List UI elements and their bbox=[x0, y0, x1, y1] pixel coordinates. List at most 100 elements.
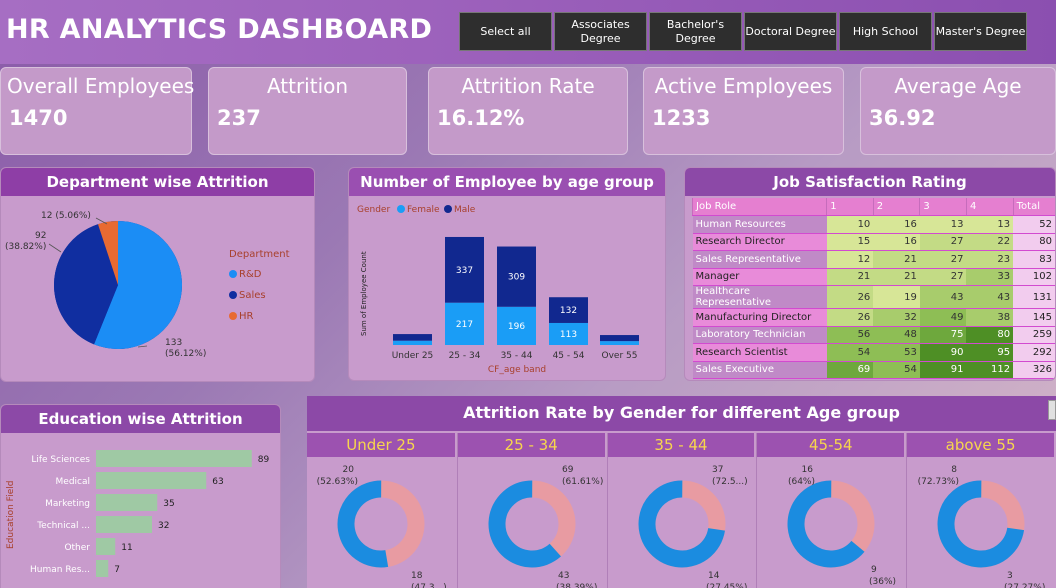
matrix-cell: 27 bbox=[919, 250, 967, 269]
donut-panel-3: 45-54 16 (64%) 9 (36%) bbox=[756, 433, 905, 588]
matrix-row-label: Healthcare Representative bbox=[692, 285, 827, 309]
age-x-axis-label: CF_age band bbox=[488, 365, 546, 375]
matrix-header-2[interactable]: 2 bbox=[872, 198, 920, 216]
x-tick-label-4: Over 55 bbox=[602, 351, 638, 361]
slicer-masters-degree[interactable]: Master's Degree bbox=[934, 12, 1027, 51]
table-row[interactable]: Manufacturing Director 26 32 49 38 145 bbox=[692, 308, 1055, 327]
bar-female-4[interactable] bbox=[600, 341, 639, 345]
matrix-cell: 112 bbox=[966, 361, 1014, 379]
matrix-cell: 43 bbox=[966, 285, 1014, 309]
gender-attrition-section: Attrition Rate by Gender for different A… bbox=[307, 396, 1056, 588]
education-bar[interactable] bbox=[96, 516, 152, 533]
matrix-cell: 80 bbox=[966, 326, 1014, 344]
education-bar-value: 32 bbox=[158, 521, 169, 531]
rd-leader-line bbox=[137, 345, 148, 348]
education-bar-value: 89 bbox=[258, 455, 270, 465]
matrix-cell: 27 bbox=[919, 233, 967, 251]
table-row[interactable]: Healthcare Representative 26 19 43 43 131 bbox=[692, 285, 1055, 309]
donut-label-top-count: 69 bbox=[562, 465, 574, 475]
kpi-value: 36.92 bbox=[869, 106, 936, 130]
legend-label-rd[interactable]: R&D bbox=[239, 269, 262, 280]
matrix-header-3[interactable]: 3 bbox=[919, 198, 967, 216]
page-title: HR ANALYTICS DASHBOARD bbox=[6, 14, 433, 45]
legend-label-male[interactable]: Male bbox=[454, 205, 476, 215]
slicer-doctoral-degree[interactable]: Doctoral Degree bbox=[744, 12, 837, 51]
bar-label-female-2: 196 bbox=[508, 322, 525, 332]
donut-panel-0: Under 25 20 (52.63%) 18 (47.3...) bbox=[307, 433, 455, 588]
slicer-select-all[interactable]: Select all bbox=[459, 12, 552, 51]
table-row[interactable]: Manager 21 21 27 33 102 bbox=[692, 268, 1055, 286]
bar-female-0[interactable] bbox=[393, 340, 432, 345]
education-slicer: Select all Associates Degree Bachelor's … bbox=[459, 12, 1029, 51]
matrix-cell: 43 bbox=[919, 285, 967, 309]
education-bar[interactable] bbox=[96, 494, 158, 511]
slicer-associates-degree[interactable]: Associates Degree bbox=[554, 12, 647, 51]
matrix-cell: 145 bbox=[1013, 308, 1055, 327]
kpi-label: Active Employees bbox=[654, 74, 833, 98]
kpi-value: 1470 bbox=[9, 106, 68, 130]
matrix-header-0[interactable]: Job Role bbox=[691, 198, 827, 216]
bar-male-4[interactable] bbox=[600, 335, 639, 342]
legend-label-hr[interactable]: HR bbox=[239, 311, 254, 322]
legend-label-sales[interactable]: Sales bbox=[239, 290, 266, 301]
kpi-value: 237 bbox=[217, 106, 261, 130]
matrix-header-1[interactable]: 1 bbox=[826, 198, 874, 216]
table-row[interactable]: Laboratory Technician 56 48 75 80 259 bbox=[692, 326, 1055, 344]
gender-donut-chart: 69 (61.61%) 43 (38.39%) bbox=[488, 465, 603, 588]
table-row[interactable]: Human Resources 10 16 13 13 52 bbox=[692, 215, 1055, 234]
legend-swatch-sales bbox=[229, 291, 237, 299]
bar-male-0[interactable] bbox=[393, 334, 432, 341]
matrix-cell: 90 bbox=[919, 343, 967, 362]
matrix-row-label: Manager bbox=[692, 268, 827, 286]
legend-swatch-hr bbox=[229, 312, 237, 320]
matrix-cell: 19 bbox=[873, 285, 920, 309]
gender-donut-chart: 8 (72.73%) 3 (27.27%) bbox=[918, 465, 1046, 588]
table-row[interactable]: Research Director 15 16 27 22 80 bbox=[692, 233, 1055, 251]
matrix-header-5[interactable]: Total bbox=[1012, 198, 1055, 216]
matrix-cell: 131 bbox=[1013, 285, 1055, 309]
legend-swatch-rd bbox=[229, 270, 237, 278]
matrix-cell: 12 bbox=[826, 250, 874, 269]
donut-label-bottom-percent: (27.45%) bbox=[706, 583, 747, 588]
education-bar[interactable] bbox=[96, 560, 109, 577]
education-bar[interactable] bbox=[96, 450, 252, 467]
education-bar-value: 35 bbox=[163, 499, 174, 509]
age-group-title: Number of Employee by age group bbox=[349, 168, 665, 196]
slicer-high-school[interactable]: High School bbox=[839, 12, 932, 51]
matrix-cell: 32 bbox=[873, 308, 920, 327]
kpi-overall-employees: Overall Employees 1470 bbox=[0, 67, 194, 155]
education-category-label: Human Res... bbox=[30, 565, 90, 575]
matrix-header-4[interactable]: 4 bbox=[965, 198, 1014, 216]
donut-row: Under 25 20 (52.63%) 18 (47.3...) 25 - 34 69 (6… bbox=[307, 433, 1056, 588]
matrix-cell: 21 bbox=[873, 250, 920, 269]
hr-leader-line bbox=[95, 217, 108, 225]
matrix-row-label: Manufacturing Director bbox=[692, 308, 827, 327]
education-bar[interactable] bbox=[96, 472, 207, 489]
donut-label-bottom-percent: (27.27%) bbox=[1004, 583, 1045, 588]
table-row[interactable]: Sales Representative 12 21 27 23 83 bbox=[692, 250, 1055, 269]
education-bar[interactable] bbox=[96, 538, 116, 555]
education-bar-value: 7 bbox=[114, 565, 120, 575]
age-bars-group: Under 25 217 337 25 - 34 196 309 35 - 44 113 132… bbox=[392, 236, 639, 361]
department-attrition-title: Department wise Attrition bbox=[1, 168, 314, 196]
kpi-attrition: Attrition 237 bbox=[208, 67, 407, 155]
matrix-row-label: Human Resources bbox=[692, 215, 827, 234]
matrix-cell: 69 bbox=[826, 361, 874, 379]
legend-label-female[interactable]: Female bbox=[407, 205, 440, 215]
donut-label-bottom-count: 9 bbox=[871, 565, 877, 575]
education-category-label: Marketing bbox=[45, 499, 90, 509]
donut-label-top-count: 8 bbox=[951, 465, 957, 475]
kpi-label: Attrition Rate bbox=[461, 74, 595, 98]
gender-donut-chart: 16 (64%) 9 (36%) bbox=[787, 465, 896, 587]
scroll-handle[interactable] bbox=[1048, 400, 1056, 420]
donut-panel-1: 25 - 34 69 (61.61%) 43 (38.39%) bbox=[456, 433, 605, 588]
table-row[interactable]: Research Scientist 54 53 90 95 292 bbox=[692, 343, 1055, 362]
bar-label-female-1: 217 bbox=[456, 320, 473, 330]
slicer-bachelors-degree[interactable]: Bachelor's Degree bbox=[649, 12, 742, 51]
matrix-cell: 83 bbox=[1013, 250, 1055, 269]
donut-label-top-percent: (52.63%) bbox=[317, 477, 358, 487]
education-y-axis-label: Education Field bbox=[6, 481, 16, 549]
table-row[interactable]: Sales Executive 69 54 91 112 326 bbox=[692, 361, 1055, 379]
bar-label-male-1: 337 bbox=[456, 266, 473, 276]
matrix-cell: 22 bbox=[966, 233, 1014, 251]
